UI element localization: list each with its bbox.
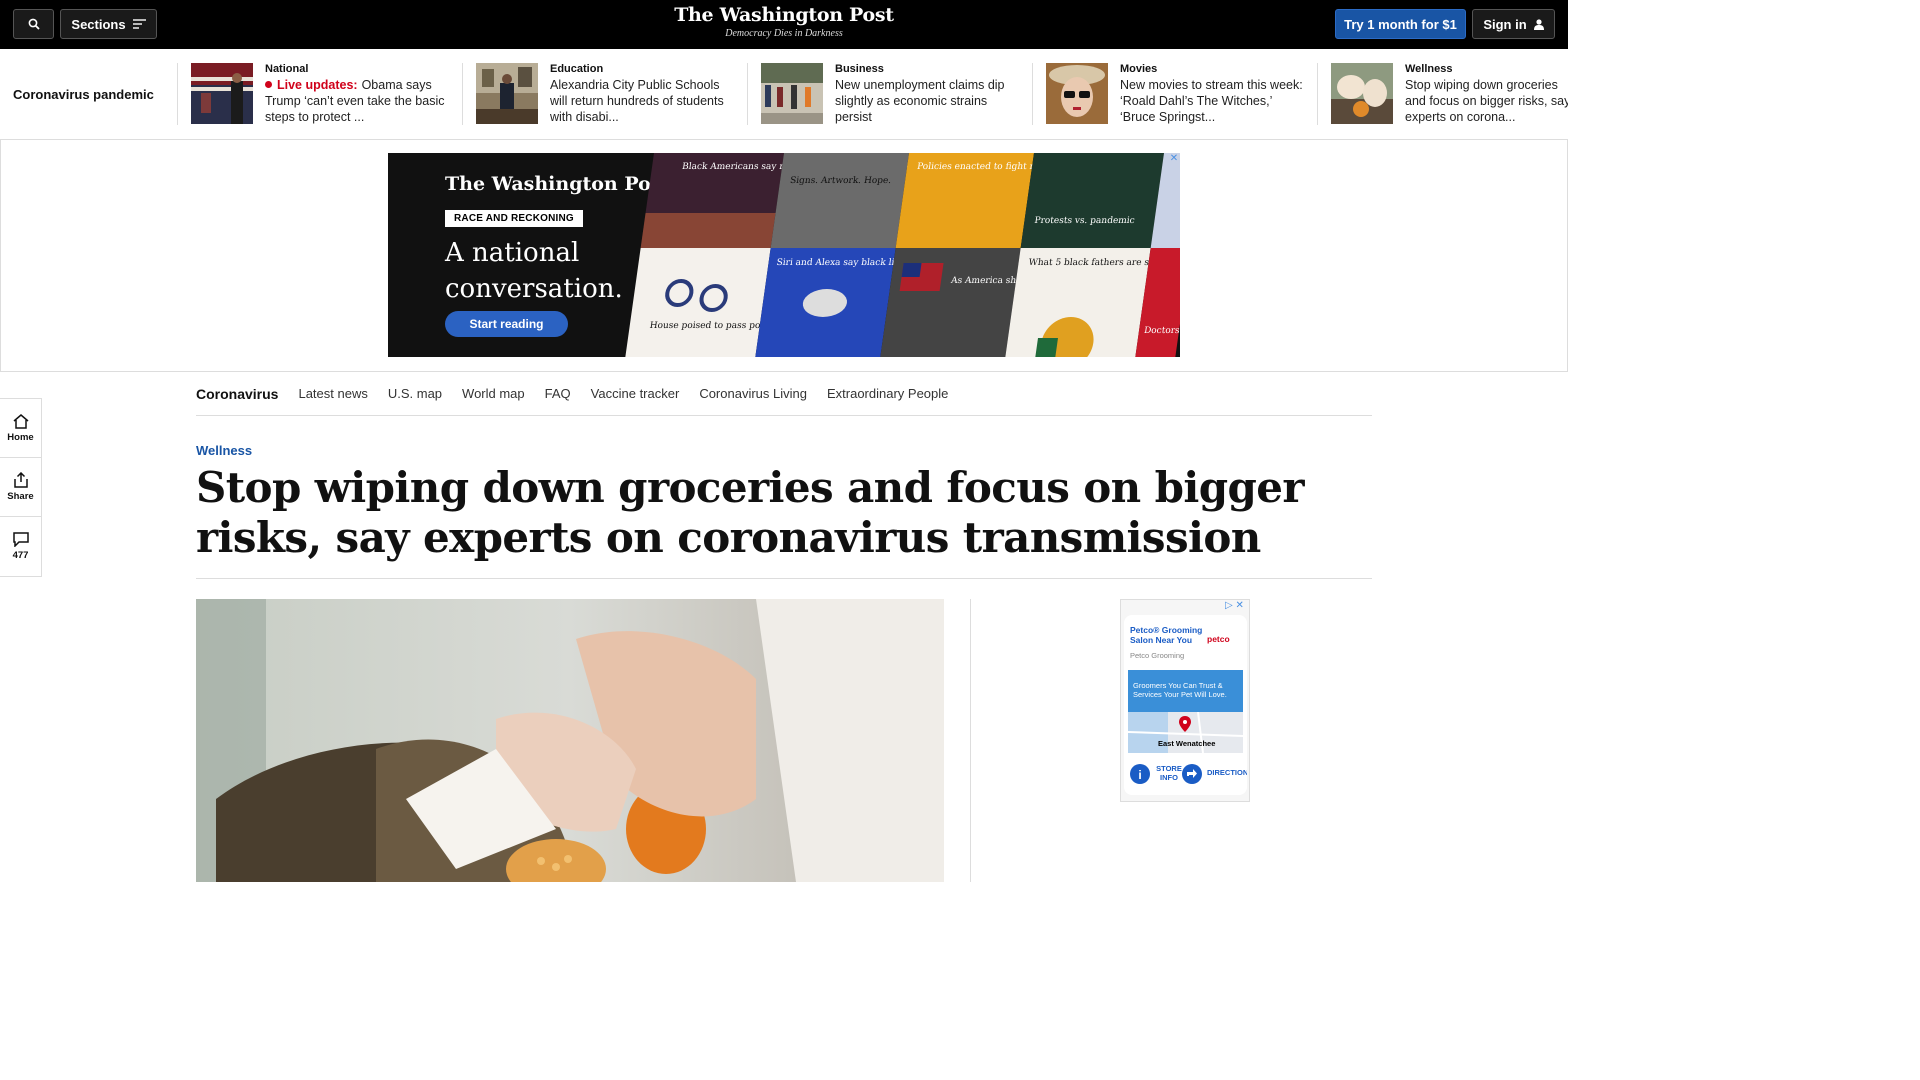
divider [196,578,1372,579]
thumbnail-image [191,63,253,124]
strip-headline: Alexandria City Public Schools will retu… [550,78,724,124]
petco-blurb: Groomers You Can Trust & Services Your P… [1128,670,1243,712]
strip-item[interactable]: Movies New movies to stream this week: ‘… [1032,63,1317,125]
section-nav-link[interactable]: Latest news [298,386,367,401]
petco-logo: petco [1207,634,1230,644]
section-nav-link[interactable]: Extraordinary People [827,386,948,401]
info-icon[interactable]: i [1130,764,1150,784]
ad-tag: RACE AND RECKONING [445,210,583,227]
left-rail: Home Share 477 [0,398,42,577]
strip-item[interactable]: National Live updates: Obama says Trump ‘… [177,63,462,125]
petco-card: Petco® Grooming Salon Near You petco Pet… [1124,615,1247,795]
strip-label[interactable]: Coronavirus pandemic [13,87,154,102]
lead-photo [196,599,944,882]
svg-text:i: i [1138,768,1141,782]
home-label: Home [7,431,34,443]
petco-town: East Wenatchee [1158,739,1216,748]
ad-collage-image: Black Americans say racism, policing top… [625,153,1180,357]
comment-count: 477 [12,550,29,561]
strip-text: Business New unemployment claims dip sli… [835,63,1025,125]
strip-kicker: Movies [1120,63,1158,75]
petco-title[interactable]: Petco® Grooming Salon Near You [1130,625,1210,645]
logo-wordmark: The Washington Post [674,4,894,26]
article-kicker[interactable]: Wellness [196,443,252,458]
start-reading-button[interactable]: Start reading [445,311,568,337]
section-nav-title[interactable]: Coronavirus [196,386,278,402]
strip-headline: Live updates: Obama says Trump ‘can’t eve… [265,77,455,125]
directions-link[interactable]: DIRECTIONS [1207,768,1247,777]
site-logo[interactable]: The Washington Post Democracy Dies in Da… [0,4,1568,39]
section-nav-link[interactable]: Vaccine tracker [591,386,680,401]
ad-title: A national conversation. [445,238,623,304]
headline-strip: Coronavirus pandemic National Live updat… [0,49,1568,140]
strip-text: Wellness Stop wiping down groceries and … [1405,63,1568,125]
petco-actions: i STORE INFO DIRECTIONS [1128,762,1247,784]
thumbnail-image [476,63,538,124]
strip-headline: New movies to stream this week: ‘Roald D… [1120,78,1303,124]
sign-in-button[interactable]: Sign in [1472,9,1555,39]
subscribe-button[interactable]: Try 1 month for $1 [1335,9,1466,39]
thumbnail-image [1046,63,1108,124]
share-button[interactable]: Share [0,458,41,517]
section-nav-link[interactable]: FAQ [545,386,571,401]
home-button[interactable]: Home [0,399,41,458]
top-bar: Sections The Washington Post Democracy D… [0,0,1568,49]
section-nav: Coronavirus Latest news U.S. map World m… [196,372,1372,416]
strip-headline: New unemployment claims dip slightly as … [835,78,1005,124]
article-headline: Stop wiping down groceries and focus on … [196,463,1305,562]
share-label: Share [7,491,34,502]
strip-kicker: Education [550,63,604,75]
section-nav-link[interactable]: Coronavirus Living [699,386,807,401]
strip-text: National Live updates: Obama says Trump ‘… [265,63,455,125]
strip-kicker: National [265,63,309,75]
ad-close-icon[interactable]: ✕ [1168,153,1180,165]
section-nav-link[interactable]: U.S. map [388,386,442,401]
ad-choices-icon[interactable]: ▷ ✕ [1225,600,1244,611]
petco-sub: Petco Grooming [1130,651,1185,660]
strip-item[interactable]: Education Alexandria City Public Schools… [462,63,747,125]
column-divider [970,599,971,882]
sign-in-label: Sign in [1483,16,1527,32]
logo-tagline: Democracy Dies in Darkness [725,28,843,39]
home-icon [13,413,28,429]
user-icon [1533,18,1544,30]
ad-tile-text: Signs. Artwork. Hope. [789,176,892,186]
directions-icon[interactable] [1182,764,1202,784]
sidebar-ad[interactable]: ▷ ✕ Petco® Grooming Salon Near You petco… [1120,599,1250,802]
strip-text: Movies New movies to stream this week: ‘… [1120,63,1310,125]
race-and-reckoning-ad[interactable]: The Washington Post RACE AND RECKONING A… [388,153,1180,357]
thumbnail-image [1331,63,1393,124]
comments-button[interactable]: 477 [0,517,41,576]
comment-icon [12,532,29,547]
strip-item[interactable]: Business New unemployment claims dip sli… [747,63,1032,125]
ad-tile-text: Protests vs. pandemic [1034,216,1136,226]
section-nav-link[interactable]: World map [462,386,525,401]
strip-kicker: Business [835,63,884,75]
strip-headline: Stop wiping down groceries and focus on … [1405,78,1568,124]
strip-text: Education Alexandria City Public Schools… [550,63,740,125]
thumbnail-image [761,63,823,124]
strip-item[interactable]: Wellness Stop wiping down groceries and … [1317,63,1568,125]
strip-kicker: Wellness [1405,63,1453,75]
live-dot-icon [265,81,272,88]
ad-tile-text: Doctors: racism in h [1143,326,1180,336]
live-updates-label: Live updates: [277,78,358,92]
share-icon [13,472,28,488]
store-info-link[interactable]: STORE INFO [1156,764,1182,782]
